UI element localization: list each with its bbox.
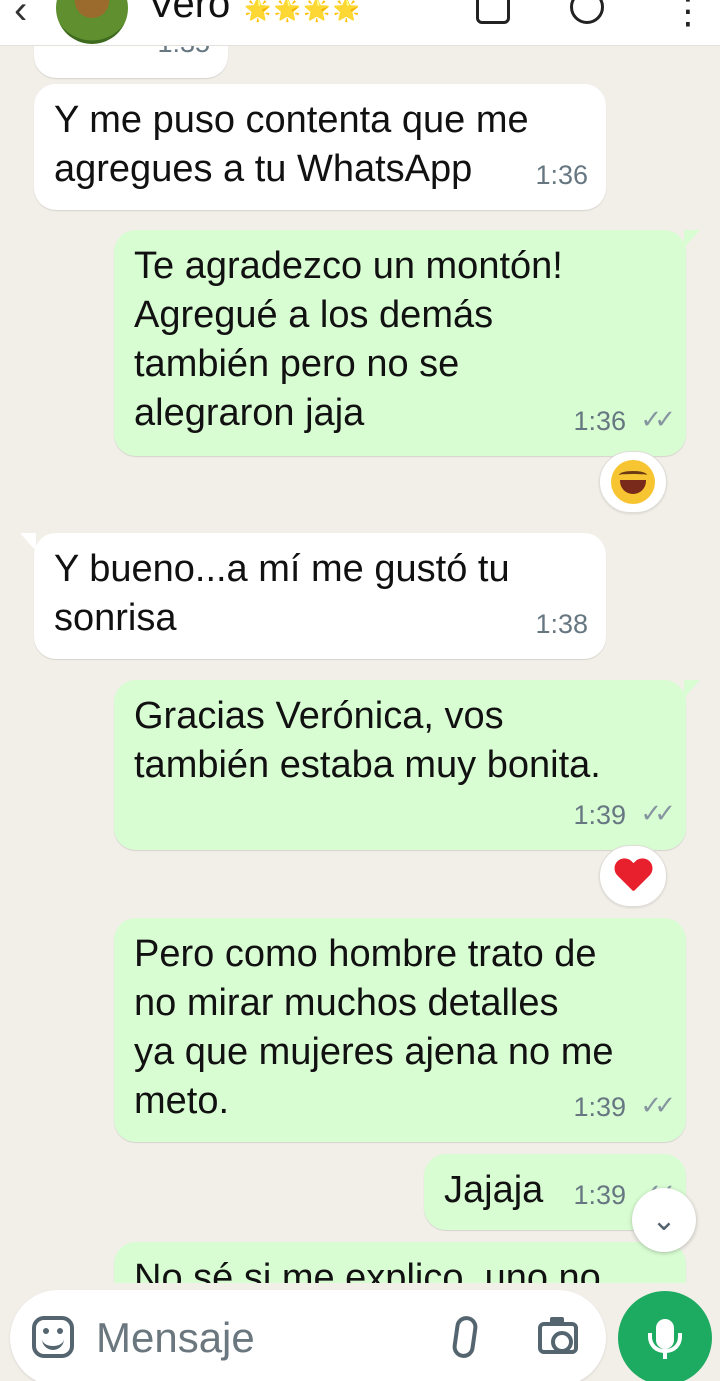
contact-name[interactable]: Vero 🌟🌟🌟🌟: [148, 0, 362, 27]
message-time: 1:39: [573, 1092, 626, 1122]
read-receipt-icon: ✓✓: [640, 798, 675, 828]
scroll-to-bottom-button[interactable]: ⌄: [632, 1188, 696, 1252]
camera-icon[interactable]: [538, 1317, 578, 1354]
message-text: Y bueno...a mí me gustó tu sonrisa: [54, 548, 510, 639]
chat-header: ‹ Vero 🌟🌟🌟🌟 ⋮: [0, 0, 720, 46]
message-time: 1:39: [573, 1180, 626, 1210]
message-incoming[interactable]: Y me puso contenta que me agregues a tu …: [34, 84, 606, 210]
chevron-double-down-icon: ⌄: [651, 1203, 677, 1237]
reaction-laugh[interactable]: [599, 451, 667, 513]
name-decoration: 🌟🌟🌟🌟: [244, 0, 362, 22]
heart-icon: [614, 859, 652, 893]
message-text: Jajaja: [444, 1169, 544, 1211]
chat-area[interactable]: 1:35 Y me puso contenta que me agregues …: [0, 0, 720, 1283]
message-text: Gracias Verónica, vos también estaba muy…: [134, 695, 601, 786]
attach-icon[interactable]: [451, 1314, 479, 1360]
message-time: 1:38: [535, 609, 588, 639]
message-incoming[interactable]: Y bueno...a mí me gustó tu sonrisa 1:38: [20, 533, 606, 659]
laughing-emoji-icon: [611, 460, 655, 504]
reaction-heart[interactable]: [599, 845, 667, 907]
read-receipt-icon: ✓✓: [640, 1090, 675, 1120]
message-outgoing[interactable]: Te agradezco un montón! Agregué a los de…: [114, 230, 700, 456]
message-input[interactable]: [96, 1308, 426, 1368]
message-outgoing[interactable]: Gracias Verónica, vos también estaba muy…: [114, 680, 700, 850]
message-outgoing[interactable]: Pero como hombre trato de no mirar mucho…: [114, 918, 686, 1142]
message-composer: [10, 1290, 606, 1381]
message-time: 1:36: [535, 160, 588, 190]
message-text: Y me puso contenta que me agregues a tu …: [54, 99, 529, 190]
message-time: 1:36: [573, 406, 626, 436]
avatar[interactable]: [56, 0, 128, 44]
message-time: 1:39: [573, 800, 626, 830]
more-vertical-icon[interactable]: ⋮: [670, 0, 706, 32]
voice-message-button[interactable]: [618, 1291, 712, 1381]
message-outgoing[interactable]: No sé si me explico, uno no: [114, 1242, 686, 1283]
back-arrow-icon[interactable]: ‹: [14, 0, 27, 33]
message-text: No sé si me explico, uno no: [134, 1257, 601, 1283]
sticker-icon[interactable]: [32, 1316, 74, 1358]
microphone-icon: [648, 1319, 682, 1359]
video-call-icon[interactable]: [476, 0, 510, 24]
voice-call-icon[interactable]: [570, 0, 604, 24]
contact-name-text: Vero: [148, 0, 231, 26]
read-receipt-icon: ✓✓: [640, 404, 675, 434]
